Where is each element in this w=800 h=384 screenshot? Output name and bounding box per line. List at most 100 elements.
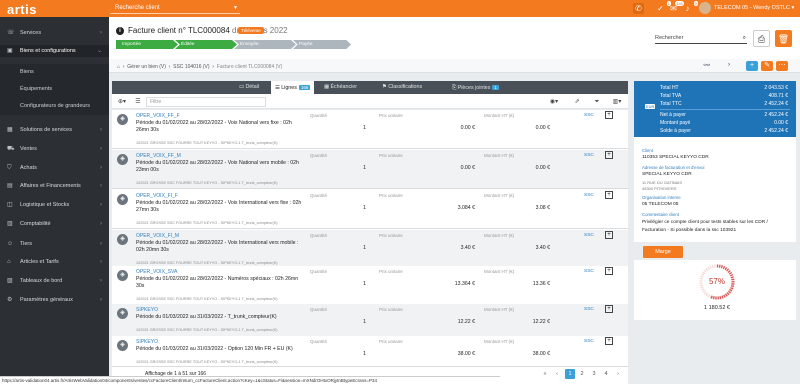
ssc-link[interactable]: SSC — [584, 307, 594, 312]
sidebar-item-tiers[interactable]: ☺ Tiers › — [0, 238, 109, 250]
tasks-icon[interactable]: ✓ 1 — [655, 1, 671, 14]
artis-logo[interactable]: artis — [7, 2, 37, 17]
chevron-right-icon[interactable]: › — [728, 62, 730, 68]
sidebar-item-logistique[interactable]: ◫ Logistique et Stocks › — [0, 199, 109, 211]
tab-classifications[interactable]: ⚑ Classifications — [382, 81, 422, 94]
prev-page-button[interactable]: ‹ — [552, 369, 562, 379]
info-icon[interactable]: i — [116, 27, 124, 35]
sidebar-item-comptabilite[interactable]: ▥ Comptabilité › — [0, 218, 109, 230]
export-icon[interactable]: ⇗ — [571, 97, 583, 107]
expand-icon[interactable]: + — [605, 267, 613, 275]
page-button[interactable]: 1 — [565, 369, 575, 379]
net-a-payer-row: Net à payer 2 452.24 € — [660, 112, 788, 118]
line-code[interactable]: OPER_VOIX_FF_F — [136, 113, 180, 119]
qty-header: Quantité — [310, 339, 328, 344]
address-line: 45300 PITHIVIERS — [642, 186, 677, 191]
tab-detail[interactable]: ▭ Détail — [239, 81, 259, 94]
sidebar-item-equipements[interactable]: Équipements — [0, 83, 109, 95]
view-mode-icon[interactable]: ⊕▾ — [116, 97, 128, 107]
workflow-step-editee[interactable]: Éditée — [175, 40, 237, 49]
home-icon[interactable]: ⌂ — [117, 64, 120, 70]
delete-icon[interactable]: 🗑 — [775, 30, 792, 47]
expand-icon[interactable]: + — [605, 337, 613, 345]
first-page-button[interactable]: « — [540, 369, 550, 379]
sidebar-item-biens-configurations[interactable]: ▣ Biens et configurations ⌄ — [0, 45, 109, 57]
phone-icon[interactable]: ✆ — [633, 3, 644, 14]
add-button[interactable]: + — [746, 61, 758, 71]
breadcrumb-item[interactable]: SSC 104016 (V) — [173, 64, 209, 70]
sidebar-item-achats[interactable]: ⛉ Achats › — [0, 162, 109, 174]
workflow-step-importee[interactable]: Importée — [116, 40, 178, 49]
workflow-step-payee[interactable]: Payée — [293, 40, 351, 49]
tab-lignes[interactable]: ☰ Lignes 166 — [271, 81, 315, 94]
sidebar-item-affaires[interactable]: ▤ Affaires et Financements › — [0, 180, 109, 192]
page-button[interactable]: 2 — [577, 369, 587, 379]
sidebar-item-articles[interactable]: ⌂ Articles et Tarifs › — [0, 256, 109, 268]
ssc-link[interactable]: SSC — [584, 339, 594, 344]
expand-icon[interactable]: + — [605, 191, 613, 199]
line-code[interactable]: OPER_VOIX_FI_F — [136, 193, 178, 199]
table-row[interactable]: ◈ OPER_VOIX_FF_M Période du 01/02/2022 a… — [112, 150, 628, 189]
bell-icon[interactable]: ♪ 0 — [682, 1, 698, 14]
qty-header: Quantité — [310, 307, 328, 312]
sidebar-item-biens[interactable]: Biens — [0, 66, 109, 78]
print-icon[interactable]: ⎙ — [753, 30, 770, 47]
line-description: Période du 01/02/2022 au 28/02/2022 - Vo… — [136, 200, 302, 213]
sidebar-item-services[interactable]: ☏ Services › — [0, 27, 109, 39]
ssc-link[interactable]: SSC — [584, 193, 594, 198]
table-row[interactable]: ◈ OPER_VOIX_SVA Période du 01/02/2022 au… — [112, 266, 628, 305]
next-page-button[interactable]: › — [613, 369, 623, 379]
funnel-icon[interactable]: ⏷ — [591, 97, 603, 107]
page-button[interactable]: 4 — [601, 369, 611, 379]
table-row[interactable]: ◈ OPER_VOIX_FI_M Période du 01/02/2022 a… — [112, 230, 628, 269]
line-description: Période du 01/03/2022 au 31/03/2022 - Op… — [136, 346, 293, 352]
line-quantity: 1 — [363, 351, 366, 357]
client-search-dropdown[interactable]: Recherche client ▼ — [110, 3, 240, 14]
table-row[interactable]: ◈ OPER_VOIX_FI_F Période du 01/02/2022 a… — [112, 190, 628, 229]
columns-icon[interactable]: ▥▾ — [611, 97, 623, 107]
line-unit-price: 3.084 € — [457, 205, 475, 211]
line-code[interactable]: SIPKEYO — [136, 339, 158, 345]
sidebar-item-tableaux[interactable]: ▧ Tableaux de bord › — [0, 275, 109, 287]
sidebar-item-solutions[interactable]: ▦ Solutions de services › — [0, 124, 109, 136]
marge-button[interactable]: Marge — [643, 246, 683, 258]
briefcase-icon: ▤ — [7, 183, 13, 189]
tab-pieces-jointes[interactable]: ⎘ Pièces jointes 1 — [452, 81, 499, 94]
ssc-link[interactable]: SSC — [584, 153, 594, 158]
line-code[interactable]: SIPKEYO — [136, 307, 158, 313]
ssc-link[interactable]: SSC — [584, 269, 594, 274]
eye-icon[interactable]: ◉▾ — [548, 97, 560, 107]
amount-header: Montant HT (€) — [484, 193, 515, 198]
expand-icon[interactable]: + — [605, 305, 613, 313]
table-row[interactable]: ◈ SIPKEYO Période du 01/03/2022 au 31/03… — [112, 336, 628, 366]
expand-icon[interactable]: + — [605, 111, 613, 119]
line-code[interactable]: OPER_VOIX_FF_M — [136, 153, 181, 159]
more-icon[interactable]: ⋯ — [776, 61, 788, 71]
expand-icon[interactable]: + — [605, 151, 613, 159]
ssc-link[interactable]: SSC — [584, 113, 594, 118]
gear-icon: ⚙ — [7, 297, 13, 303]
filter-menu-icon[interactable]: ☰ — [132, 97, 144, 107]
edit-icon[interactable]: ✎ — [761, 61, 773, 71]
client-value[interactable]: 110353 SPECIAL KEYYO CDR — [642, 155, 709, 160]
sidebar-item-parametres[interactable]: ⚙ Paramètres généraux › — [0, 294, 109, 306]
sidebar-item-ventes[interactable]: ⛟ Ventes › — [0, 143, 109, 155]
workflow-step-envoyee[interactable]: Envoyée — [234, 40, 296, 49]
ssc-link[interactable]: SSC — [584, 233, 594, 238]
line-code[interactable]: OPER_VOIX_SVA — [136, 269, 177, 275]
breadcrumb-item[interactable]: Gérer un bien (V) — [127, 64, 166, 70]
sidebar-item-configurateurs[interactable]: Configurateurs de grandeurs — [0, 100, 109, 112]
mail-icon[interactable]: ✉ 141 — [668, 1, 684, 14]
line-code[interactable]: OPER_VOIX_FI_M — [136, 233, 179, 239]
expand-icon[interactable]: + — [605, 231, 613, 239]
avatar[interactable] — [699, 2, 711, 14]
page-button[interactable]: 3 — [589, 369, 599, 379]
glasses-icon[interactable]: 👓 — [703, 62, 710, 69]
price-header: Prix unitaire — [379, 233, 403, 238]
filter-input[interactable]: Filtre — [146, 97, 266, 107]
table-row[interactable]: ◈ OPER_VOIX_FF_F Période du 01/02/2022 a… — [112, 110, 628, 149]
tab-echeancier[interactable]: ▦ Échéancier — [324, 81, 357, 94]
margin-percent: 57% — [708, 277, 725, 286]
user-menu[interactable]: TELECOM 05 - Wendy OSTLC ▾ — [714, 5, 794, 11]
search-input[interactable]: Rechercher ⌕ — [655, 33, 747, 44]
